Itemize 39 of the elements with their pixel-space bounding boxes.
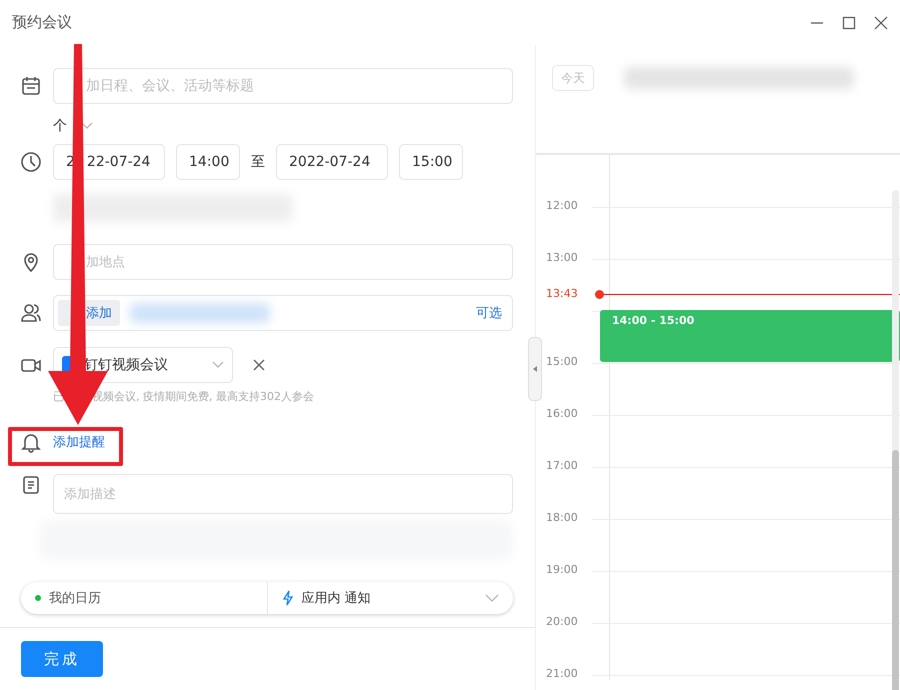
calendar-type[interactable]: 个	[53, 117, 67, 135]
location-field[interactable]: 加地点	[53, 244, 513, 280]
lightning-icon	[282, 590, 294, 606]
bell-icon	[20, 431, 42, 453]
end-date-field[interactable]: 2022-07-24	[276, 144, 388, 180]
close-icon[interactable]	[874, 16, 888, 30]
current-time-label: 13:43	[546, 287, 578, 300]
calendar-name[interactable]: 我的日历	[49, 589, 101, 607]
hour-label: 21:00	[546, 667, 578, 680]
hour-label: 19:00	[546, 563, 578, 576]
chevron-down-icon	[81, 122, 93, 130]
calendar-icon	[20, 75, 42, 97]
range-separator: 至	[251, 153, 265, 171]
description-field[interactable]: 添加描述	[53, 474, 513, 514]
hour-label: 12:00	[546, 199, 578, 212]
hour-label: 16:00	[546, 407, 578, 420]
notify-option[interactable]: 应用内 通知	[302, 589, 477, 607]
end-time-field[interactable]: 15:00	[399, 144, 463, 180]
title-field[interactable]: 加日程、会议、活动等标题	[53, 68, 513, 104]
add-reminder-link[interactable]: 添加提醒	[53, 433, 105, 451]
people-icon	[20, 302, 42, 324]
current-time-dot	[595, 290, 604, 299]
hour-label: 20:00	[546, 615, 578, 628]
hour-label: 13:00	[546, 251, 578, 264]
hour-label: 15:00	[546, 355, 578, 368]
attendees-field[interactable]: 添加 可选	[53, 295, 513, 331]
clock-icon	[20, 151, 42, 173]
optional-label: 可选	[476, 305, 502, 322]
close-icon[interactable]	[252, 358, 266, 372]
scrollbar[interactable]	[892, 190, 899, 690]
window-title: 预约会议	[12, 13, 72, 32]
chevron-down-icon	[212, 361, 224, 369]
hour-label: 18:00	[546, 511, 578, 524]
done-button[interactable]: 完成	[21, 641, 103, 677]
maximize-icon[interactable]	[842, 16, 856, 30]
start-time-field[interactable]: 14:00	[176, 144, 240, 180]
hour-label: 17:00	[546, 459, 578, 472]
note-icon	[20, 474, 42, 496]
collapse-handle[interactable]	[528, 337, 542, 401]
